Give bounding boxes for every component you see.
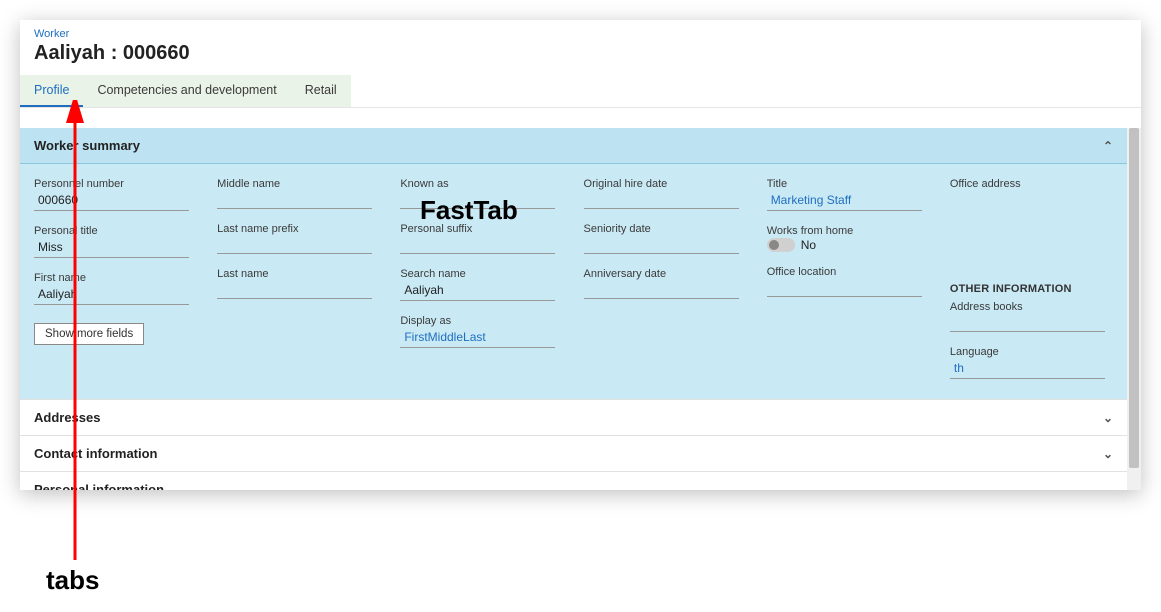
personal-suffix-label: Personal suffix: [400, 223, 563, 235]
chevron-up-icon: ⌃: [1103, 139, 1113, 153]
vertical-scrollbar[interactable]: [1127, 128, 1141, 490]
annotation-tabs-label: tabs: [46, 565, 99, 596]
seniority-date-label: Seniority date: [584, 223, 747, 235]
address-books-label: Address books: [950, 301, 1113, 313]
fasttab-title: Addresses: [34, 410, 100, 425]
personal-title-label: Personal title: [34, 225, 197, 237]
fasttab-body-worker-summary: Personnel number 000660 Personal title M…: [20, 164, 1127, 399]
tabs-row: Profile Competencies and development Ret…: [20, 75, 1141, 108]
language-label: Language: [950, 346, 1113, 358]
scrollbar-thumb[interactable]: [1129, 128, 1139, 468]
fasttab-contact-information: Contact information ⌄: [20, 436, 1127, 472]
personal-suffix-value[interactable]: [400, 236, 555, 254]
office-address-label: Office address: [950, 178, 1113, 190]
first-name-label: First name: [34, 272, 197, 284]
fasttab-title: Personal information: [34, 482, 164, 490]
last-name-value[interactable]: [217, 281, 372, 299]
last-name-prefix-label: Last name prefix: [217, 223, 380, 235]
middle-name-label: Middle name: [217, 178, 380, 190]
works-from-home-label: Works from home: [767, 225, 930, 237]
chevron-down-icon: ⌄: [1103, 447, 1113, 461]
fasttab-title: Contact information: [34, 446, 158, 461]
known-as-label: Known as: [400, 178, 563, 190]
office-address-value[interactable]: [950, 191, 1105, 209]
office-location-value[interactable]: [767, 279, 922, 297]
last-name-prefix-value[interactable]: [217, 236, 372, 254]
first-name-value[interactable]: Aaliyah: [34, 285, 189, 305]
anniversary-date-label: Anniversary date: [584, 268, 747, 280]
anniversary-date-value[interactable]: [584, 281, 739, 299]
original-hire-date-value[interactable]: [584, 191, 739, 209]
fasttab-worker-summary: Worker summary ⌃ Personnel number 000660…: [20, 128, 1127, 400]
language-value[interactable]: th: [950, 359, 1105, 379]
page-title: Aaliyah : 000660: [20, 40, 1141, 75]
fasttab-header-personal-information[interactable]: Personal information ⌄: [20, 472, 1127, 490]
breadcrumb[interactable]: Worker: [20, 20, 1141, 40]
search-name-label: Search name: [400, 268, 563, 280]
seniority-date-value[interactable]: [584, 236, 739, 254]
title-value[interactable]: Marketing Staff: [767, 191, 922, 211]
works-from-home-value: No: [801, 238, 816, 252]
fasttab-header-worker-summary[interactable]: Worker summary ⌃: [20, 128, 1127, 164]
personal-title-value[interactable]: Miss: [34, 238, 189, 258]
worker-form-window: Worker Aaliyah : 000660 Profile Competen…: [20, 20, 1141, 490]
chevron-down-icon: ⌄: [1103, 411, 1113, 425]
fasttab-title: Worker summary: [34, 138, 140, 153]
address-books-value[interactable]: [950, 314, 1105, 332]
fasttab-personal-information: Personal information ⌄: [20, 472, 1127, 490]
fasttab-header-addresses[interactable]: Addresses ⌄: [20, 400, 1127, 435]
fasttab-addresses: Addresses ⌄: [20, 400, 1127, 436]
personnel-number-value[interactable]: 000660: [34, 191, 189, 211]
middle-name-value[interactable]: [217, 191, 372, 209]
content-area: Worker summary ⌃ Personnel number 000660…: [20, 128, 1127, 490]
personnel-number-label: Personnel number: [34, 178, 197, 190]
original-hire-date-label: Original hire date: [584, 178, 747, 190]
chevron-down-icon: ⌄: [1103, 483, 1113, 491]
works-from-home-toggle[interactable]: [767, 238, 795, 252]
tab-retail[interactable]: Retail: [291, 75, 351, 107]
last-name-label: Last name: [217, 268, 380, 280]
title-label: Title: [767, 178, 930, 190]
known-as-value[interactable]: [400, 191, 555, 209]
display-as-label: Display as: [400, 315, 563, 327]
other-information-header: OTHER INFORMATION: [950, 283, 1113, 295]
show-more-fields-button[interactable]: Show more fields: [34, 323, 144, 345]
office-location-label: Office location: [767, 266, 930, 278]
display-as-value[interactable]: FirstMiddleLast: [400, 328, 555, 348]
fasttab-header-contact-information[interactable]: Contact information ⌄: [20, 436, 1127, 471]
tab-profile[interactable]: Profile: [20, 75, 83, 107]
search-name-value[interactable]: Aaliyah: [400, 281, 555, 301]
tab-competencies[interactable]: Competencies and development: [83, 75, 290, 107]
